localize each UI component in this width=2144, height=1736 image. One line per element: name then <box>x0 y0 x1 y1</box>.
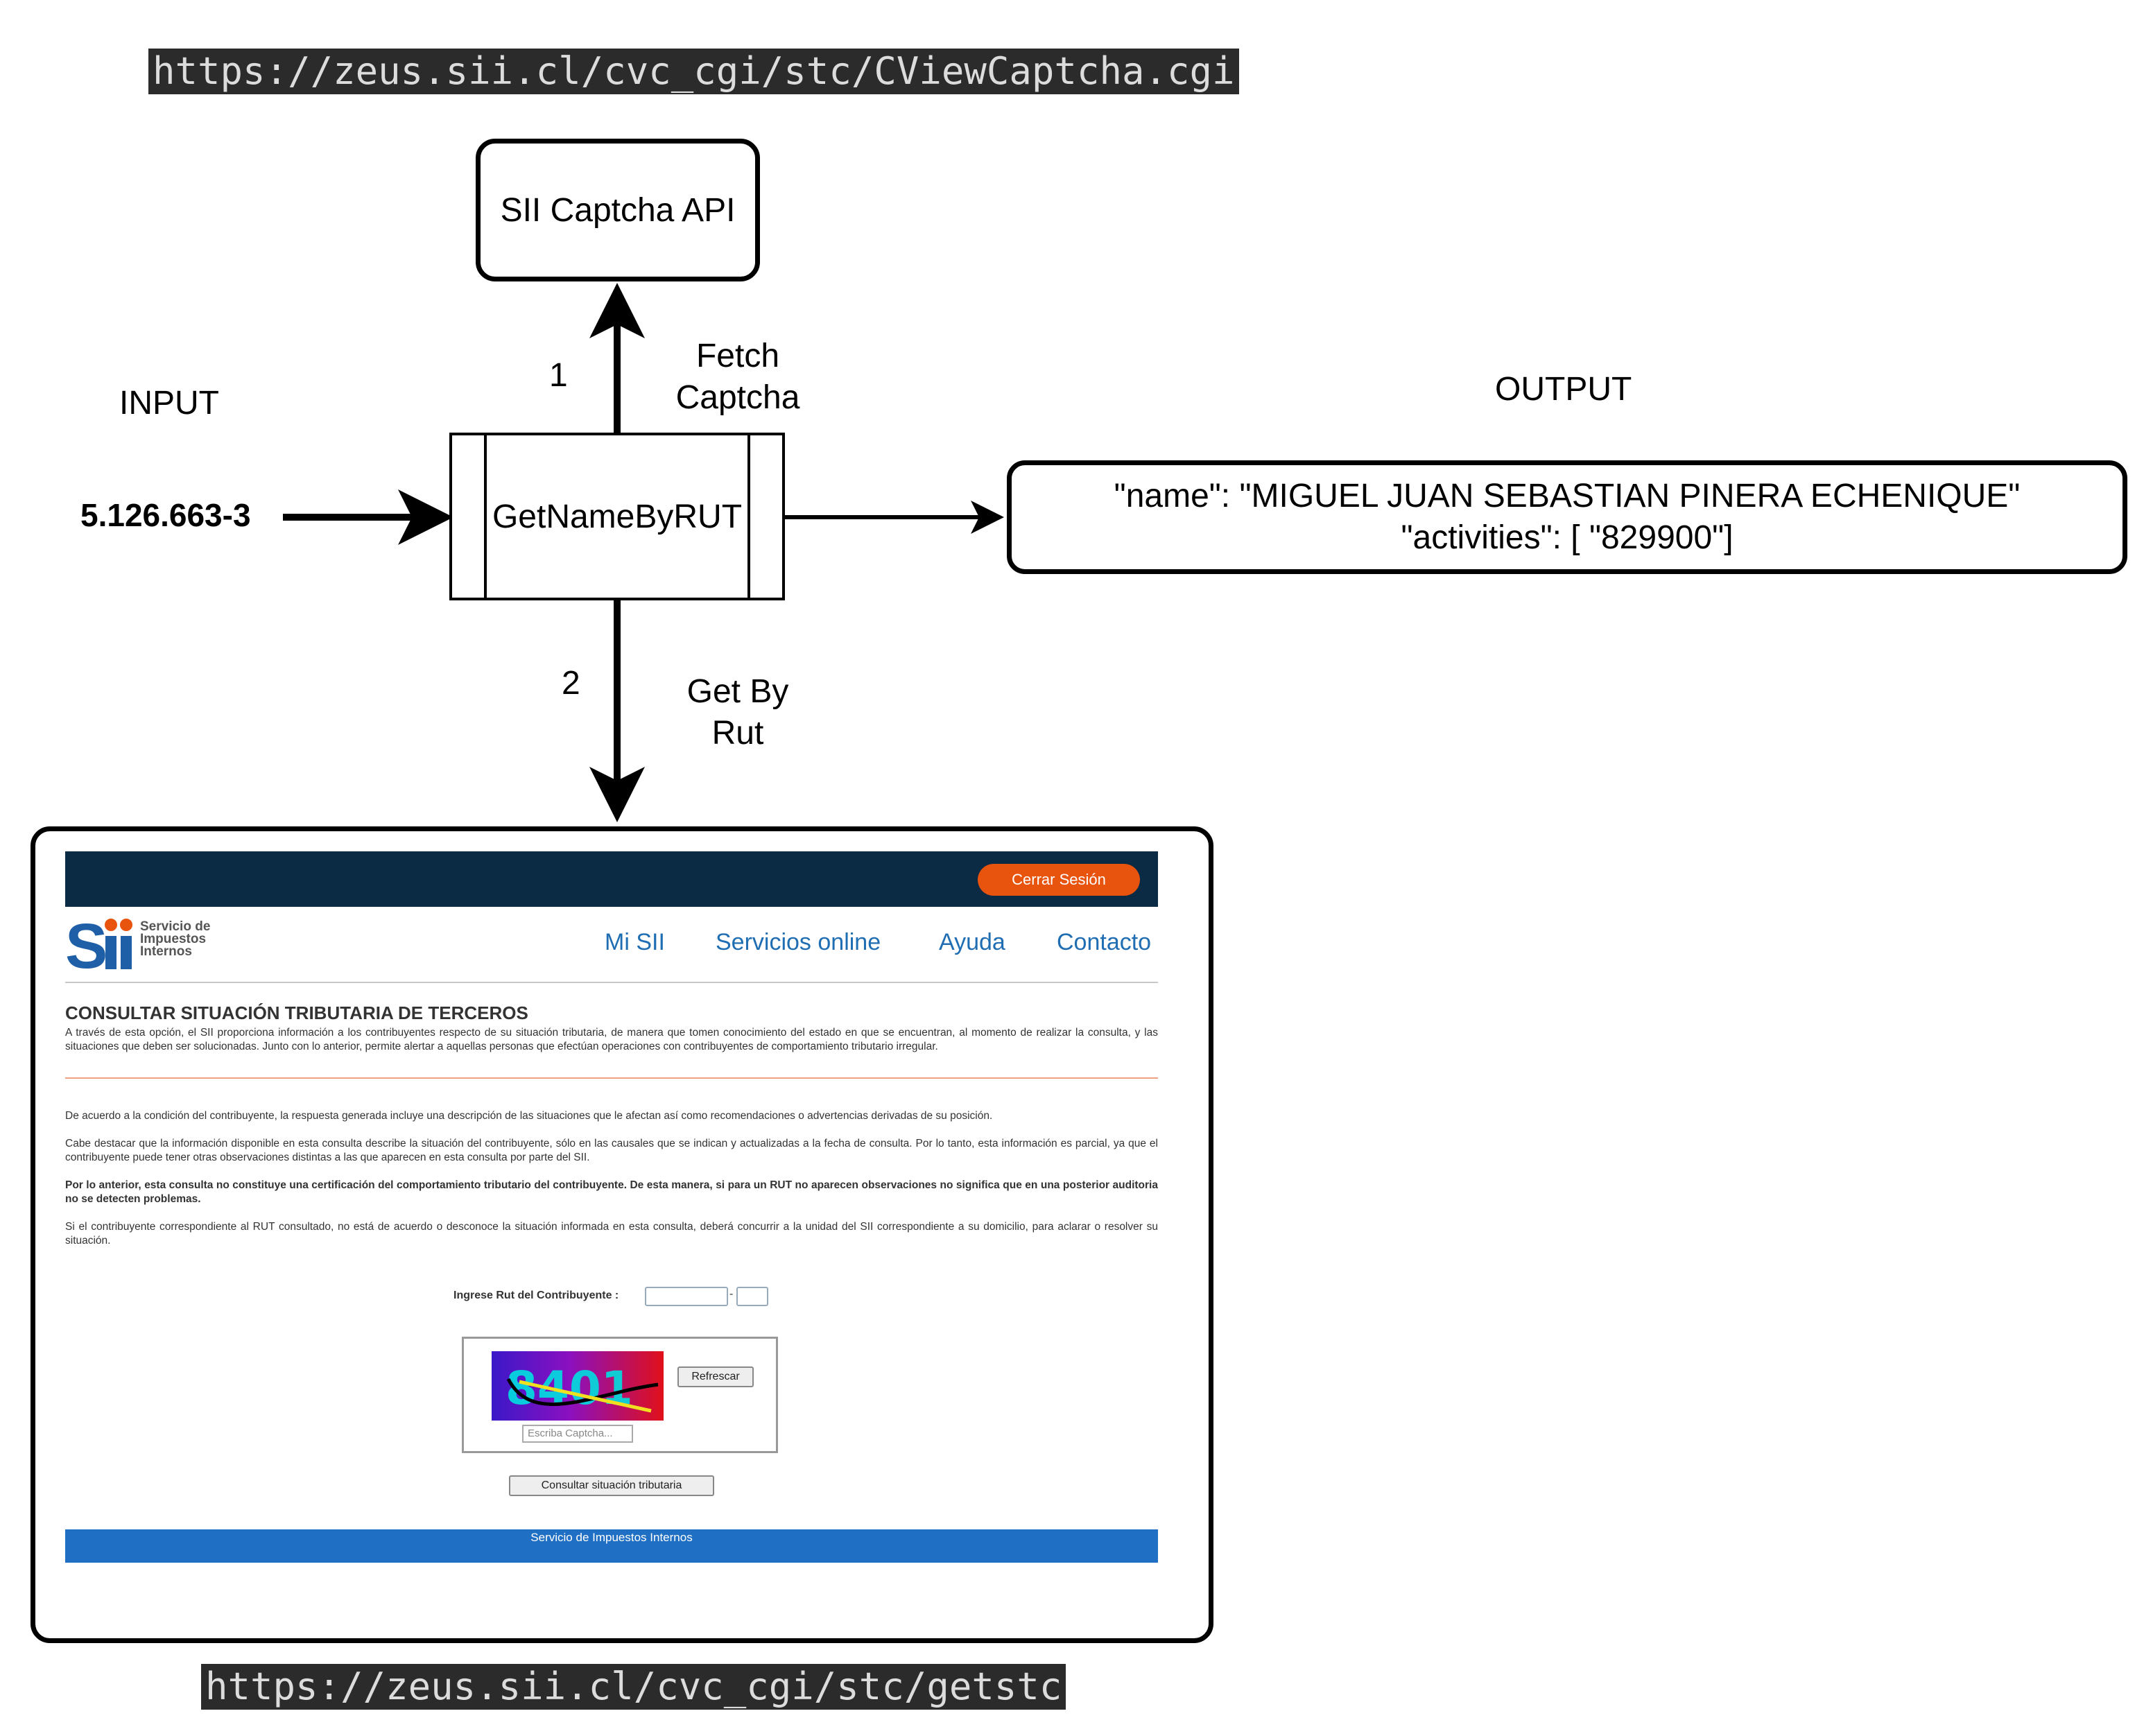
sii-page-title: CONSULTAR SITUACIÓN TRIBUTARIA DE TERCER… <box>65 1002 528 1023</box>
sii-top-bar: Cerrar Sesión <box>65 851 1158 907</box>
step2-label-line2: Rut <box>711 715 764 752</box>
process-right-bar <box>747 435 750 598</box>
output-heading: OUTPUT <box>1495 371 1632 408</box>
step2-number: 2 <box>562 665 580 702</box>
input-heading: INPUT <box>119 385 219 422</box>
step2-label: Get By Rut <box>675 671 800 754</box>
step1-label-line2: Captcha <box>675 379 800 416</box>
nav-contacto[interactable]: Contacto <box>1057 929 1151 956</box>
rut-number-input[interactable] <box>645 1287 728 1306</box>
sii-footer-text: Servicio de Impuestos Internos <box>530 1531 693 1544</box>
section-divider <box>65 1077 1158 1079</box>
paragraph-3: Por lo anterior, esta consulta no consti… <box>65 1179 1158 1205</box>
output-activities-line: "activities": [ "829900"] <box>1401 519 1734 556</box>
paragraph-1: De acuerdo a la condición del contribuye… <box>65 1110 993 1122</box>
paragraph-2: Cabe destacar que la información disponi… <box>65 1138 1158 1163</box>
output-node: "name": "MIGUEL JUAN SEBASTIAN PINERA EC… <box>1007 460 2127 574</box>
step1-label: Fetch Captcha <box>666 336 810 419</box>
output-name-line: "name": "MIGUEL JUAN SEBASTIAN PINERA EC… <box>1114 478 2021 514</box>
step2-label-line1: Get By <box>686 673 789 710</box>
nav-servicios-online[interactable]: Servicios online <box>716 929 881 956</box>
captcha-code-text: 8401 <box>505 1362 633 1415</box>
sii-page-screenshot: Cerrar Sesión S Servicio de Impuestos In… <box>65 851 1158 1565</box>
input-rut-value: 5.126.663-3 <box>80 497 251 533</box>
sii-logo-text: Servicio de Impuestos Internos <box>140 920 210 959</box>
captcha-panel: 8401 Refrescar Escriba Captcha... <box>462 1337 778 1453</box>
step1-number: 1 <box>549 357 568 394</box>
get-name-by-rut-label: GetNameByRUT <box>492 498 743 535</box>
intro-paragraph: A través de esta opción, el SII proporci… <box>65 1027 1158 1052</box>
refresh-captcha-button[interactable]: Refrescar <box>677 1366 754 1387</box>
rut-input-label: Ingrese Rut del Contribuyente : <box>453 1290 619 1301</box>
captcha-image-graphic: 8401 <box>492 1351 664 1421</box>
captcha-api-node: SII Captcha API <box>476 139 760 281</box>
rut-separator: - <box>729 1288 734 1300</box>
nav-divider <box>65 982 1158 983</box>
captcha-image: 8401 <box>492 1351 664 1421</box>
sii-logo-text-line3: Internos <box>140 944 192 959</box>
svg-text:S: S <box>65 915 107 973</box>
captcha-input[interactable]: Escriba Captcha... <box>522 1425 633 1443</box>
get-name-by-rut-node: GetNameByRUT <box>449 433 785 600</box>
sii-logo: S Servicio de Impuestos Internos <box>65 911 225 982</box>
paragraph-4: Si el contribuyente correspondiente al R… <box>65 1221 1158 1247</box>
process-left-bar <box>484 435 487 598</box>
logout-button[interactable]: Cerrar Sesión <box>978 864 1140 896</box>
step1-label-line1: Fetch <box>695 338 780 374</box>
nav-ayuda[interactable]: Ayuda <box>939 929 1005 956</box>
nav-mi-sii[interactable]: Mi SII <box>605 929 665 956</box>
captcha-api-label: SII Captcha API <box>500 191 736 229</box>
sii-footer: Servicio de Impuestos Internos <box>65 1529 1158 1563</box>
rut-dv-input[interactable] <box>736 1287 768 1306</box>
submit-query-button[interactable]: Consultar situación tributaria <box>509 1475 714 1496</box>
